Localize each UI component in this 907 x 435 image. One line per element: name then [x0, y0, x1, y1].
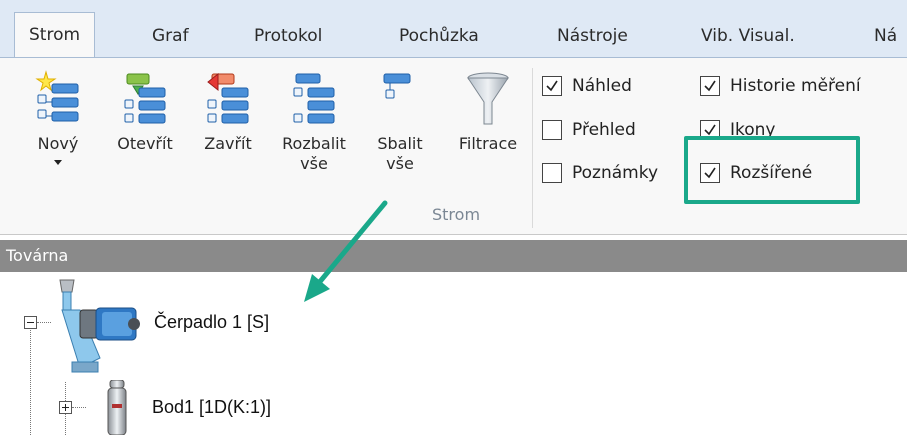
ribbon-tab-strip: Strom Graf Protokol Pochůzka Nástroje Vi…: [0, 0, 907, 59]
collapse-all-button[interactable]: Sbalit vše: [370, 70, 430, 174]
collapse-all-label-line1: Sbalit: [377, 134, 423, 153]
sensor-icon: [107, 380, 127, 435]
ribbon-separator: [532, 68, 533, 228]
tab-nastroje[interactable]: Nástroje: [557, 14, 628, 58]
collapse-all-label-line2: vše: [386, 154, 414, 173]
open-button-label: Otevřít: [117, 134, 173, 153]
tab-vib-visual[interactable]: Vib. Visual.: [701, 14, 795, 58]
new-tree-icon: [35, 70, 79, 122]
expand-toggle[interactable]: [59, 401, 72, 414]
tree-view[interactable]: Čerpadlo 1 [S] Bod1 [1D(K:1)]: [0, 272, 907, 435]
tab-protokol[interactable]: Protokol: [254, 14, 322, 58]
open-button[interactable]: Otevřít: [112, 70, 178, 154]
expand-all-label-line1: Rozbalit: [282, 134, 346, 153]
filter-button[interactable]: Filtrace: [448, 70, 528, 154]
chevron-down-icon[interactable]: [54, 160, 62, 165]
collapse-all-icon: [383, 73, 411, 99]
expand-all-label-line2: vše: [300, 154, 328, 173]
tree-node-label[interactable]: Čerpadlo 1 [S]: [154, 312, 269, 333]
open-tree-icon: [124, 73, 166, 124]
tab-pochuzka[interactable]: Pochůzka: [399, 14, 479, 58]
checkbox-label: Poznámky: [572, 163, 659, 183]
checkbox-label: Historie měření: [730, 76, 861, 96]
checkbox-label: Náhled: [572, 76, 632, 96]
checkbox-box[interactable]: [542, 163, 562, 183]
checkbox-box[interactable]: [542, 76, 562, 96]
ribbon-group-label: Strom: [432, 205, 481, 224]
close-tree-icon: [207, 72, 249, 124]
tree-line: [72, 407, 86, 408]
checkmark-icon: [704, 80, 716, 92]
tab-next-truncated[interactable]: Ná: [874, 14, 897, 58]
pump-icon: [59, 279, 140, 373]
checkmark-icon: [546, 80, 558, 92]
close-button-label: Zavřít: [204, 134, 252, 153]
checkbox-label: Přehled: [572, 120, 636, 140]
close-button[interactable]: Zavřít: [198, 70, 258, 154]
tab-strom[interactable]: Strom: [14, 12, 96, 59]
expand-all-icon: [293, 73, 335, 124]
collapse-toggle[interactable]: [24, 316, 37, 329]
highlight-box: [684, 136, 860, 204]
new-button-label: Nový: [37, 134, 79, 153]
filter-icon: [467, 72, 509, 125]
checkbox-box[interactable]: [700, 76, 720, 96]
tree-line: [30, 330, 31, 435]
tree-node-label[interactable]: Bod1 [1D(K:1)]: [152, 397, 271, 418]
filter-button-label: Filtrace: [458, 134, 518, 153]
new-button[interactable]: Nový: [28, 70, 88, 165]
tab-graf[interactable]: Graf: [152, 14, 189, 58]
tree-line: [37, 322, 51, 323]
checkbox-box[interactable]: [542, 120, 562, 140]
panel-title: Továrna: [0, 240, 907, 272]
expand-all-button[interactable]: Rozbalit vše: [274, 70, 354, 174]
